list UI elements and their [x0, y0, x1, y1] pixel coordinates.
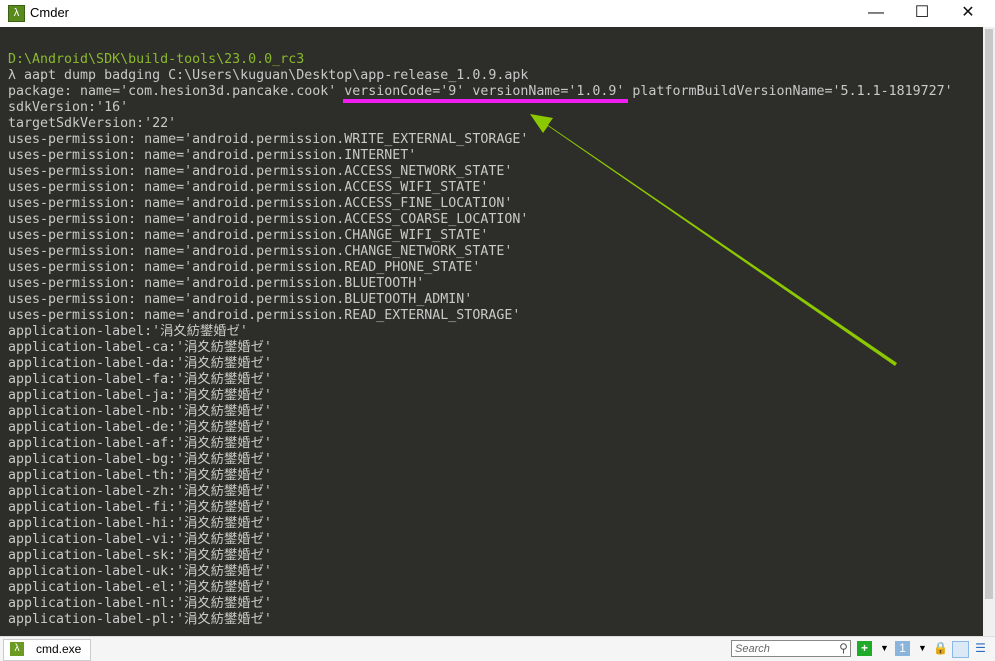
chevron-down-icon[interactable]: ▼ [915, 641, 930, 656]
lock-icon[interactable]: 🔒 [933, 641, 948, 656]
new-console-icon[interactable]: + [857, 641, 872, 656]
lambda-icon: λ [10, 642, 24, 656]
search-icon[interactable]: ⚲ [836, 641, 851, 656]
console-number-icon[interactable]: 1 [895, 641, 910, 656]
tab-label: cmd.exe [36, 642, 82, 656]
search-input[interactable]: Search [731, 640, 851, 657]
split-view-icon[interactable] [952, 641, 969, 658]
green-arrow [530, 114, 897, 366]
tab-bar: λ cmd.exe Search ⚲ + ▼ 1 ▼ 🔒 ☰ [0, 636, 995, 661]
annotation-overlay [343, 99, 897, 366]
tab-cmd[interactable]: λ cmd.exe [3, 639, 91, 661]
chevron-down-icon[interactable]: ▼ [877, 641, 892, 656]
menu-icon[interactable]: ☰ [973, 641, 988, 656]
magenta-underline [343, 99, 628, 103]
